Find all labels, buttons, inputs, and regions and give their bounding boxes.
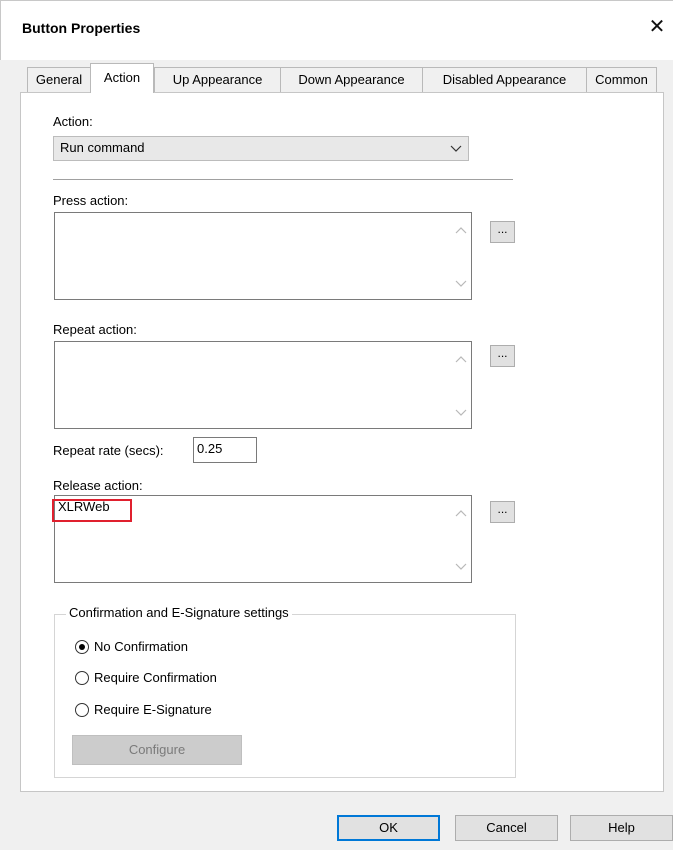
press-action-browse-button[interactable]: ... [490, 221, 515, 243]
dialog-title: Button Properties [22, 20, 141, 36]
tab-common[interactable]: Common [586, 67, 657, 92]
confirmation-group-legend: Confirmation and E-Signature settings [66, 605, 292, 620]
tab-down-appearance[interactable]: Down Appearance [280, 67, 423, 92]
require-confirmation-label[interactable]: Require Confirmation [94, 670, 217, 685]
repeat-action-scrollbar[interactable] [451, 342, 471, 428]
tab-disabled-appearance[interactable]: Disabled Appearance [422, 67, 587, 92]
no-confirmation-label[interactable]: No Confirmation [94, 639, 188, 654]
action-select-value: Run command [60, 140, 145, 155]
repeat-action-label: Repeat action: [53, 322, 137, 337]
press-action-field[interactable] [54, 212, 472, 300]
repeat-action-field[interactable] [54, 341, 472, 429]
release-action-label: Release action: [53, 478, 143, 493]
close-button[interactable]: ✕ [642, 12, 672, 42]
repeat-rate-input[interactable]: 0.25 [193, 437, 257, 463]
configure-button: Configure [72, 735, 242, 765]
chevron-down-icon [450, 145, 462, 152]
tab-up-appearance[interactable]: Up Appearance [154, 67, 281, 92]
divider [53, 179, 513, 180]
press-action-label: Press action: [53, 193, 129, 208]
require-esignature-radio[interactable] [75, 703, 89, 717]
tab-general[interactable]: General [27, 67, 91, 92]
release-action-browse-button[interactable]: ... [490, 501, 515, 523]
highlight-box [52, 499, 132, 522]
cancel-button[interactable]: Cancel [455, 815, 558, 841]
tab-action[interactable]: Action [90, 63, 154, 93]
no-confirmation-radio[interactable] [75, 640, 89, 654]
ok-button[interactable]: OK [337, 815, 440, 841]
action-select[interactable]: Run command [53, 136, 469, 161]
require-esignature-label[interactable]: Require E-Signature [94, 702, 212, 717]
action-label: Action: [53, 114, 93, 129]
window-border-top [0, 0, 673, 1]
close-icon: ✕ [648, 16, 666, 38]
release-action-scrollbar[interactable] [451, 496, 471, 582]
help-button[interactable]: Help [570, 815, 673, 841]
repeat-rate-label: Repeat rate (secs): [53, 443, 164, 458]
require-confirmation-radio[interactable] [75, 671, 89, 685]
repeat-action-browse-button[interactable]: ... [490, 345, 515, 367]
press-action-scrollbar[interactable] [451, 213, 471, 299]
